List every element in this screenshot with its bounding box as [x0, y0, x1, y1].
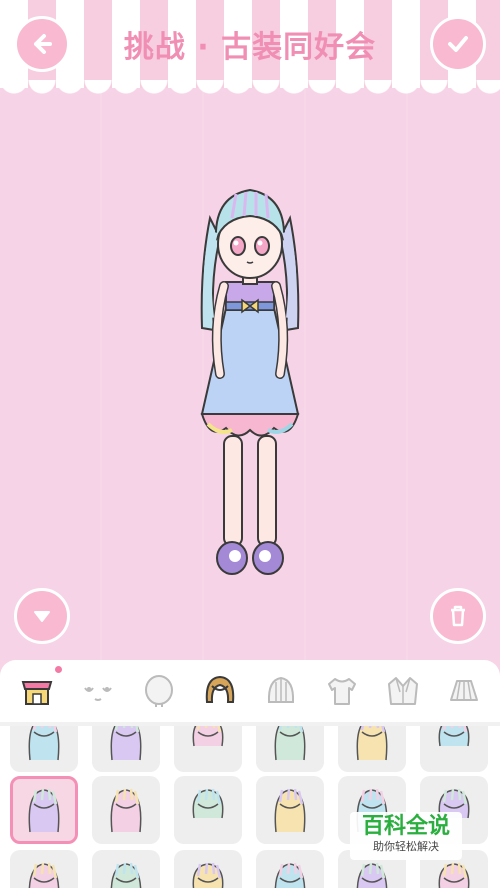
tab-hat[interactable] — [258, 668, 304, 714]
checkmark-icon — [448, 36, 468, 52]
tab-hair[interactable] — [197, 668, 243, 714]
dressup-stage: 挑战 · 古装同好会 — [0, 0, 500, 660]
tab-skirt[interactable] — [441, 668, 487, 714]
collapse-button[interactable] — [14, 588, 70, 644]
hair-style-option[interactable] — [10, 850, 78, 888]
back-button[interactable] — [14, 16, 70, 72]
hair-style-option[interactable] — [256, 776, 324, 844]
jacket-icon — [387, 677, 418, 705]
hair-style-option[interactable] — [92, 726, 160, 772]
tab-face[interactable] — [75, 668, 121, 714]
hair-thumbnail-icon — [274, 788, 306, 833]
hair-thumbnail-icon — [356, 862, 388, 888]
hair-thumbnail-icon — [110, 862, 142, 888]
hair-thumbnail-icon — [110, 726, 142, 761]
skirt-icon — [449, 680, 478, 701]
hair-thumbnail-icon — [192, 788, 224, 819]
hair-style-option[interactable] — [174, 726, 242, 772]
hair-thumbnail-icon — [274, 862, 306, 888]
hair-style-option[interactable] — [338, 726, 406, 772]
triangle-down-icon — [34, 611, 50, 622]
confirm-button[interactable] — [430, 16, 486, 72]
hair-style-option[interactable] — [92, 850, 160, 888]
head-icon — [144, 675, 173, 707]
watermark-subtitle: 助你轻松解决 — [373, 840, 439, 853]
hair-thumbnail-icon — [28, 862, 60, 888]
shop-icon — [21, 681, 52, 705]
hair-thumbnail-icon — [28, 788, 60, 833]
notification-dot — [55, 666, 62, 673]
face-icon — [83, 687, 112, 701]
watermark-title: 百科全说 — [361, 814, 450, 839]
hair-style-option[interactable] — [420, 726, 488, 772]
hair-style-option[interactable] — [10, 726, 78, 772]
hair-style-option[interactable] — [256, 726, 324, 772]
watermark: 百科全说 助你轻松解决 — [350, 812, 462, 860]
hat-icon — [267, 676, 294, 703]
character-figure[interactable] — [180, 178, 320, 580]
hair-style-option[interactable] — [92, 776, 160, 844]
hair-thumbnail-icon — [192, 726, 224, 747]
hair-style-option[interactable] — [174, 850, 242, 888]
tshirt-icon — [327, 678, 356, 705]
tab-top[interactable] — [319, 668, 365, 714]
hair-thumbnail-icon — [274, 726, 306, 761]
hair-icon — [205, 675, 234, 703]
arrow-left-icon — [34, 34, 52, 54]
hair-thumbnail-icon — [356, 726, 388, 761]
hair-style-option[interactable] — [174, 776, 242, 844]
trash-icon — [451, 605, 465, 627]
hair-thumbnail-icon — [192, 862, 224, 888]
tab-jacket[interactable] — [380, 668, 426, 714]
hair-thumbnail-icon — [110, 788, 142, 833]
tab-head[interactable] — [136, 668, 182, 714]
tab-shop[interactable] — [14, 668, 60, 714]
hair-style-option[interactable] — [10, 776, 78, 844]
page-title: 挑战 · 古装同好会 — [123, 30, 377, 65]
category-tabbar — [0, 660, 500, 722]
hair-thumbnail-icon — [438, 726, 470, 747]
trash-button[interactable] — [430, 588, 486, 644]
hair-style-grid — [0, 726, 500, 888]
hair-thumbnail-icon — [28, 726, 60, 761]
hair-style-option[interactable] — [256, 850, 324, 888]
hair-thumbnail-icon — [438, 862, 470, 888]
